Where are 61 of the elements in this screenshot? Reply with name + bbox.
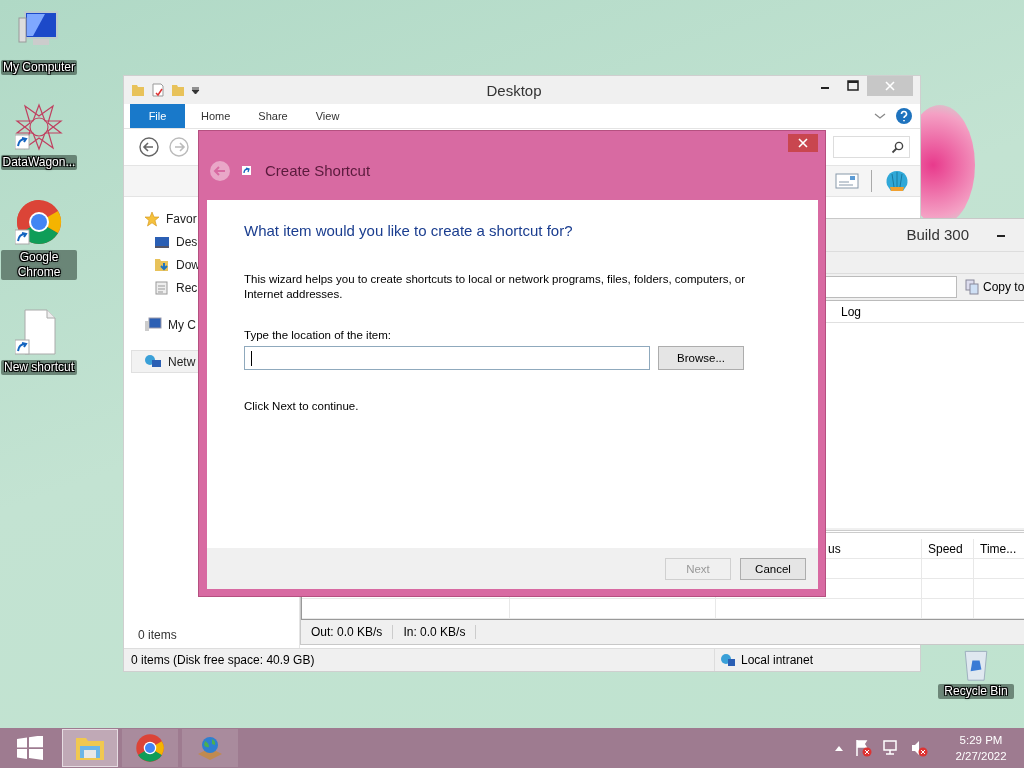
copy-icon	[965, 279, 979, 295]
dialog-button[interactable]: Cancel	[740, 557, 806, 580]
nav-item[interactable]: Rec	[131, 276, 201, 299]
network-icon	[720, 652, 736, 668]
tray-arrow-icon[interactable]	[834, 744, 844, 752]
forward-icon[interactable]	[169, 137, 189, 157]
computer-icon	[144, 316, 162, 333]
network-icon	[144, 353, 162, 370]
nav-item[interactable]: Des	[131, 230, 201, 253]
muted-speaker-icon[interactable]	[910, 739, 928, 757]
network-icon[interactable]	[882, 739, 900, 757]
nav-item[interactable]: Favor	[131, 207, 201, 230]
status-text: Out: 0.0 KB/s	[301, 625, 394, 640]
field-label: Type the location of the item:	[244, 329, 393, 341]
shortcut-icon	[242, 166, 251, 175]
envelope-icon[interactable]	[835, 172, 859, 190]
star-icon[interactable]	[15, 103, 63, 151]
zone-text: Local intranet	[741, 653, 814, 667]
star-icon	[144, 210, 160, 227]
window-title: Build 300	[906, 226, 969, 244]
browse-button[interactable]: Browse...	[658, 346, 744, 370]
downloads-icon	[154, 256, 170, 273]
taskbar-button[interactable]	[122, 729, 178, 767]
nav-item[interactable]: My C	[131, 313, 201, 336]
hint-text: Click Next to continue.	[244, 400, 360, 412]
start-icon[interactable]	[16, 736, 44, 760]
wizard-heading: What item would you like to create a shortcut for?	[244, 222, 574, 239]
wizard-description: This wizard helps you to create shortcuts to local or network programs, files, folders, computers, or Internet addresses.	[244, 272, 747, 302]
desktop-icon-label[interactable]: Recycle Bin	[938, 684, 1014, 699]
text-cursor	[251, 350, 252, 366]
location-field[interactable]	[244, 346, 650, 370]
chevron-icon[interactable]	[874, 111, 886, 121]
flag-icon[interactable]	[854, 739, 872, 757]
help-icon[interactable]	[896, 108, 912, 124]
ribbon-tab[interactable]: Home	[187, 104, 245, 128]
status-text: 0 items (Disk free space: 40.9 GB)	[131, 653, 315, 667]
shell-icon[interactable]	[884, 169, 910, 193]
back-icon[interactable]	[139, 137, 159, 157]
dropdown-icon[interactable]	[191, 85, 200, 95]
clock-date[interactable]: 2/27/2022	[955, 748, 1007, 764]
column-header[interactable]: Time...	[974, 539, 1024, 559]
search-field[interactable]	[833, 136, 910, 158]
column-header[interactable]: Log	[841, 304, 862, 319]
ribbon-tab[interactable]: View	[301, 104, 354, 128]
properties-icon[interactable]	[151, 83, 165, 97]
search-icon	[891, 140, 904, 154]
item-count: 0 items	[137, 628, 178, 642]
status-text: In: 0.0 KB/s	[393, 625, 477, 640]
close-icon[interactable]	[788, 134, 818, 152]
desktop-icon-label[interactable]: DataWagon...	[1, 155, 77, 170]
ribbon-tab[interactable]: Share	[244, 104, 302, 128]
chrome-icon	[135, 733, 165, 763]
chrome-icon[interactable]	[15, 198, 63, 246]
desktop-icon-label[interactable]: My Computer	[1, 60, 77, 75]
recent-icon	[154, 279, 170, 296]
dialog-title: Create Shortcut	[265, 162, 371, 179]
clock-time[interactable]: 5:29 PM	[959, 732, 1003, 748]
column-header[interactable]: Speed	[922, 539, 974, 559]
desktop-icon-label[interactable]: New shortcut	[1, 360, 77, 375]
desktop-icon-label[interactable]: Google Chrome	[1, 250, 77, 280]
window-title: Desktop	[485, 82, 543, 99]
